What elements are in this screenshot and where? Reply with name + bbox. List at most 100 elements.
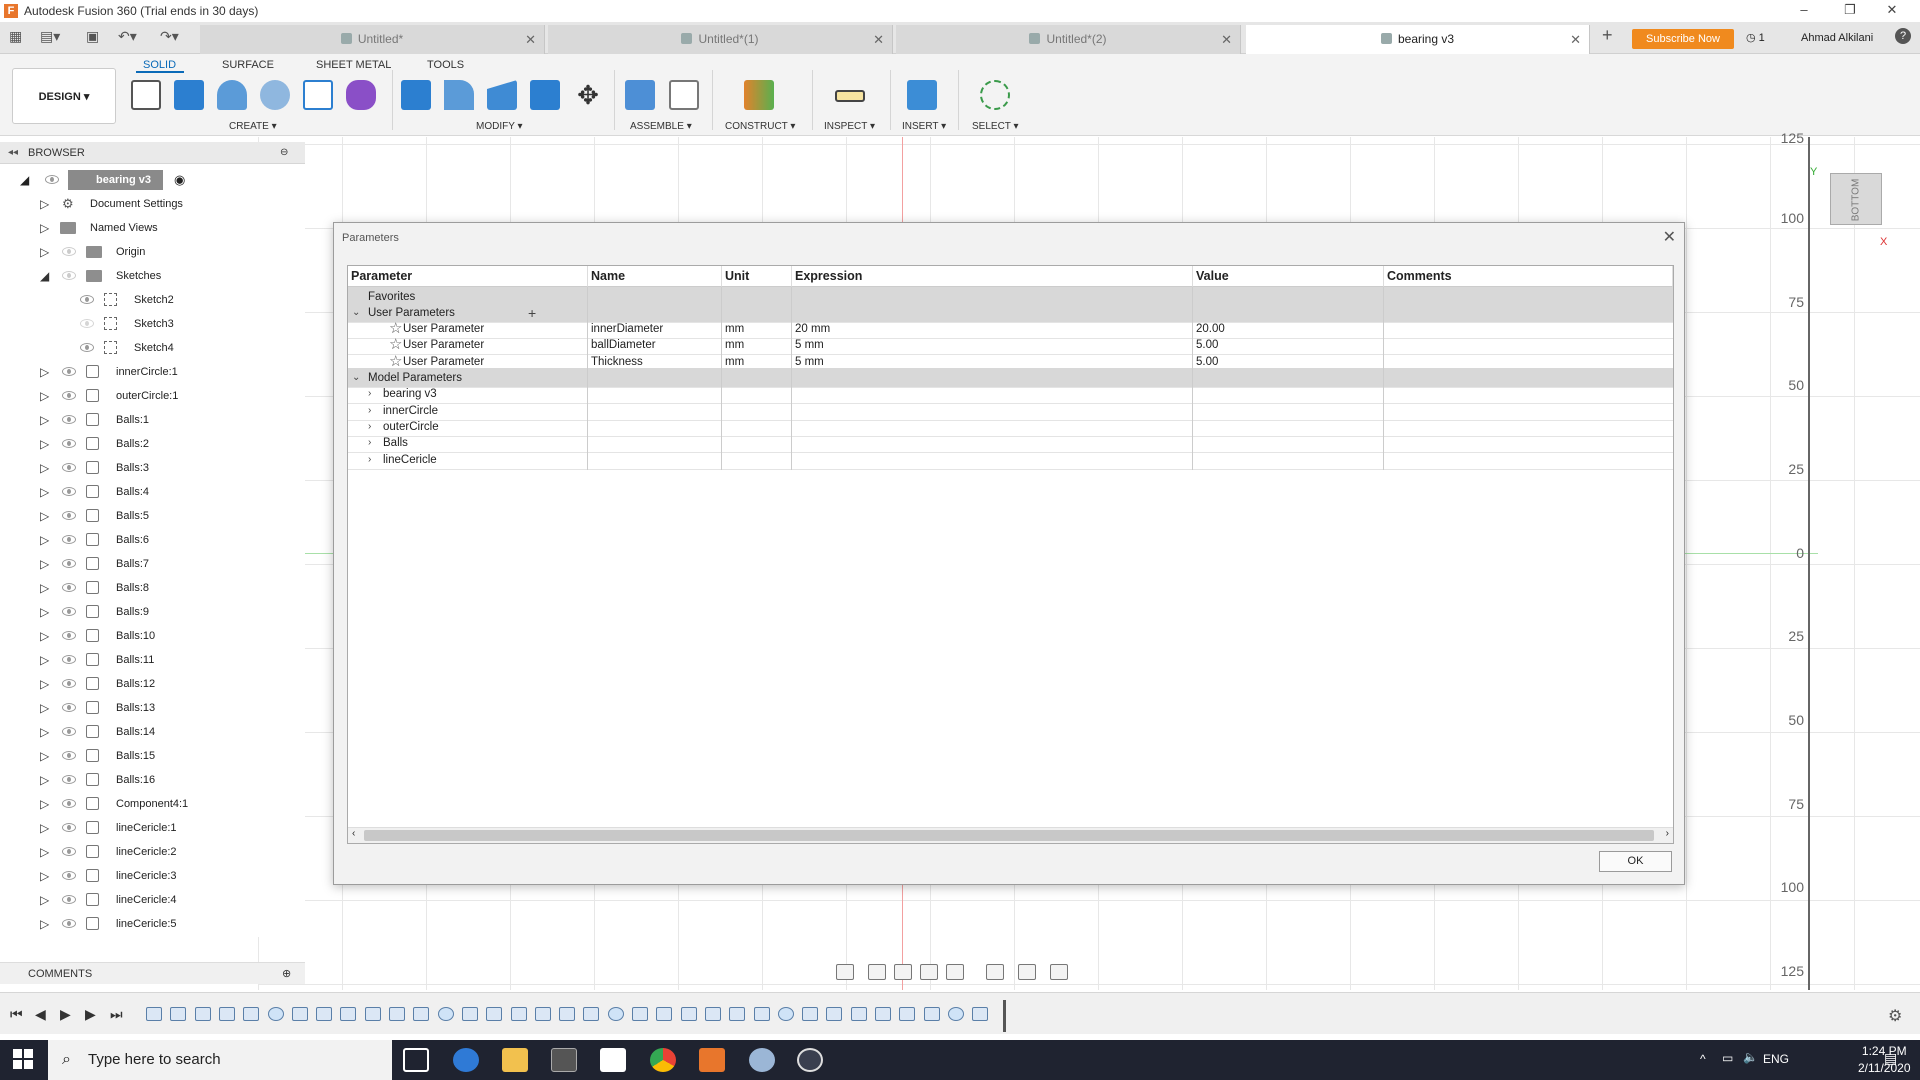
timeline-feature-icon[interactable] xyxy=(170,1007,187,1021)
expand-triangle-icon[interactable]: ▷ xyxy=(40,528,49,552)
horizontal-scrollbar[interactable]: ‹ › xyxy=(348,827,1673,843)
app-taskbar-icon[interactable] xyxy=(749,1048,775,1072)
expand-triangle-icon[interactable]: ▷ xyxy=(40,480,49,504)
expanded-triangle-icon[interactable]: ◢ xyxy=(40,264,49,288)
visibility-eye-icon[interactable] xyxy=(80,343,94,352)
expand-triangle-icon[interactable]: ▷ xyxy=(40,768,49,792)
timeline-feature-icon[interactable] xyxy=(802,1007,819,1021)
timeline-feature-icon[interactable] xyxy=(510,1007,527,1021)
expand-triangle-icon[interactable]: ▷ xyxy=(40,240,49,264)
model-parameter-row[interactable]: › lineCericle xyxy=(348,450,1673,470)
volume-icon[interactable]: 🔈 xyxy=(1743,1050,1758,1064)
browser-item[interactable]: ▷ Balls:5 xyxy=(0,504,300,528)
orbit-icon[interactable] xyxy=(836,964,854,980)
browser-item[interactable]: ▷ Balls:15 xyxy=(0,744,300,768)
pattern-icon[interactable] xyxy=(303,80,333,110)
file-explorer-icon[interactable] xyxy=(502,1048,528,1072)
timeline-feature-icon[interactable] xyxy=(826,1007,843,1021)
offset-plane-icon[interactable] xyxy=(744,80,774,110)
visibility-eye-icon[interactable] xyxy=(62,247,76,256)
browser-root[interactable]: ◢ bearing v3 ◉ xyxy=(0,168,300,192)
modify-menu[interactable]: MODIFY ▾ xyxy=(476,121,523,132)
browser-item[interactable]: ▷ Balls:2 xyxy=(0,432,300,456)
pan-icon[interactable] xyxy=(894,964,912,980)
timeline-feature-icon[interactable] xyxy=(972,1007,989,1021)
visibility-eye-icon[interactable] xyxy=(62,271,76,280)
timeline-feature-icon[interactable] xyxy=(437,1007,454,1021)
construct-menu[interactable]: CONSTRUCT ▾ xyxy=(725,121,795,132)
display-settings-icon[interactable] xyxy=(986,964,1004,980)
create-menu[interactable]: CREATE ▾ xyxy=(229,121,277,132)
workspace-switcher[interactable]: DESIGN ▾ xyxy=(12,68,116,124)
expand-triangle-icon[interactable]: ▷ xyxy=(40,600,49,624)
visibility-eye-icon[interactable] xyxy=(62,655,76,664)
browser-item[interactable]: Sketch4 xyxy=(0,336,300,360)
fit-icon[interactable] xyxy=(946,964,964,980)
browser-item[interactable]: ▷ Balls:9 xyxy=(0,600,300,624)
browser-item[interactable]: ▷ outerCircle:1 xyxy=(0,384,300,408)
new-component-icon[interactable] xyxy=(625,80,655,110)
browser-item[interactable]: ▷ innerCircle:1 xyxy=(0,360,300,384)
timeline-feature-icon[interactable] xyxy=(607,1007,624,1021)
visibility-eye-icon[interactable] xyxy=(80,295,94,304)
step-forward-icon[interactable]: ▶ xyxy=(85,1006,96,1023)
browser-item[interactable]: ▷ Balls:4 xyxy=(0,480,300,504)
close-tab-icon[interactable]: ✕ xyxy=(873,25,884,54)
visibility-eye-icon[interactable] xyxy=(62,559,76,568)
go-to-end-icon[interactable]: ⏭ xyxy=(110,1006,123,1023)
scroll-left-icon[interactable]: ‹ xyxy=(352,828,355,839)
tray-chevron-icon[interactable]: ^ xyxy=(1700,1052,1706,1066)
measure-icon[interactable] xyxy=(835,90,865,102)
visibility-eye-icon[interactable] xyxy=(62,439,76,448)
visibility-eye-icon[interactable] xyxy=(62,799,76,808)
expand-triangle-icon[interactable]: ▷ xyxy=(40,576,49,600)
viewports-icon[interactable] xyxy=(1050,964,1068,980)
timeline-feature-icon[interactable] xyxy=(291,1007,308,1021)
mail-icon[interactable] xyxy=(600,1048,626,1072)
expand-triangle-icon[interactable]: ▷ xyxy=(40,216,49,240)
timeline-feature-icon[interactable] xyxy=(194,1007,211,1021)
undo-icon[interactable]: ↶▾ xyxy=(118,28,137,45)
expand-triangle-icon[interactable]: ▷ xyxy=(40,744,49,768)
windows-start-icon[interactable] xyxy=(12,1048,34,1070)
minimize-icon[interactable]: – xyxy=(1784,0,1824,22)
close-window-icon[interactable]: ✕ xyxy=(1872,0,1912,22)
browser-item[interactable]: ▷ ⚙ Document Settings xyxy=(0,192,300,216)
visibility-eye-icon[interactable] xyxy=(62,367,76,376)
tab-sheet-metal[interactable]: SHEET METAL xyxy=(316,59,391,71)
expand-chevron-icon[interactable]: › xyxy=(368,450,371,470)
view-cube[interactable]: BOTTOM xyxy=(1830,173,1882,225)
col-value[interactable]: Value xyxy=(1193,266,1384,287)
expand-triangle-icon[interactable]: ▷ xyxy=(40,792,49,816)
close-dialog-icon[interactable]: ✕ xyxy=(1663,227,1676,247)
add-comment-icon[interactable]: ⊕ xyxy=(282,963,291,985)
timeline-marker[interactable] xyxy=(1003,1000,1006,1032)
browser-item[interactable]: ▷ Named Views xyxy=(0,216,300,240)
tab-solid[interactable]: SOLID xyxy=(143,59,176,71)
play-icon[interactable]: ▶ xyxy=(60,1006,71,1023)
visibility-eye-icon[interactable] xyxy=(62,679,76,688)
timeline-feature-icon[interactable] xyxy=(316,1007,333,1021)
revolve-icon[interactable] xyxy=(217,80,247,110)
fillet-icon[interactable] xyxy=(444,80,474,110)
scroll-right-icon[interactable]: › xyxy=(1666,828,1669,839)
timeline-feature-icon[interactable] xyxy=(364,1007,381,1021)
expand-triangle-icon[interactable]: ▷ xyxy=(40,720,49,744)
browser-item[interactable]: ◢ Sketches xyxy=(0,264,300,288)
look-at-icon[interactable] xyxy=(868,964,886,980)
timeline-feature-icon[interactable] xyxy=(243,1007,260,1021)
timeline-feature-icon[interactable] xyxy=(947,1007,964,1021)
chrome-icon[interactable] xyxy=(650,1048,676,1072)
timeline-feature-icon[interactable] xyxy=(680,1007,697,1021)
subscribe-button[interactable]: Subscribe Now xyxy=(1632,29,1734,49)
expand-triangle-icon[interactable]: ▷ xyxy=(40,384,49,408)
fusion-taskbar-icon[interactable] xyxy=(699,1048,725,1072)
timeline-feature-icon[interactable] xyxy=(413,1007,430,1021)
col-parameter[interactable]: Parameter xyxy=(348,266,588,287)
scroll-thumb[interactable] xyxy=(364,830,1654,841)
expand-triangle-icon[interactable]: ▷ xyxy=(40,672,49,696)
doc-tab-bearing-v3[interactable]: bearing v3 ✕ xyxy=(1246,25,1590,54)
expand-triangle-icon[interactable]: ▷ xyxy=(40,192,49,216)
network-icon[interactable]: ▭ xyxy=(1722,1051,1733,1065)
insert-menu[interactable]: INSERT ▾ xyxy=(902,121,946,132)
